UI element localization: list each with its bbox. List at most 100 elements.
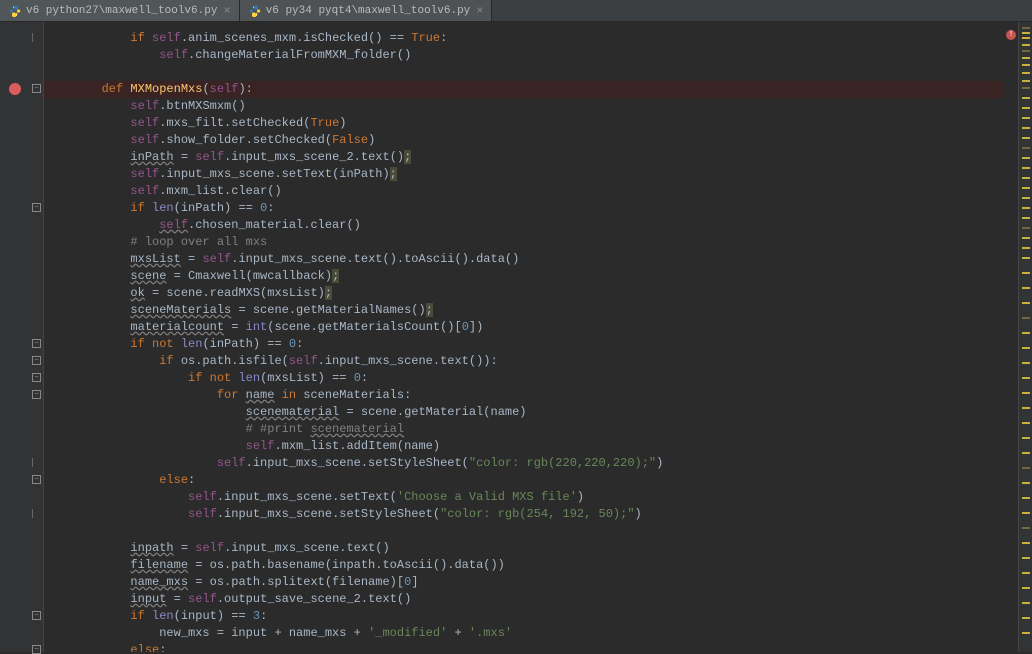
code-line[interactable]: inPath = self.input_mxs_scene_2.text(); [44,149,1004,166]
stripe-mark[interactable] [1022,197,1030,199]
close-icon[interactable]: × [476,4,483,18]
stripe-mark[interactable] [1022,167,1030,169]
stripe-mark[interactable] [1022,332,1030,334]
breakpoint-icon[interactable] [9,83,21,95]
stripe-mark[interactable] [1022,572,1030,574]
code-line[interactable]: input = self.output_save_scene_2.text() [44,591,1004,608]
code-area[interactable]: ! if self.anim_scenes_mxm.isChecked() ==… [44,22,1018,652]
stripe-mark[interactable] [1022,527,1030,529]
fold-collapse-icon[interactable]: − [32,645,41,654]
gutter[interactable] [0,22,30,652]
fold-region-icon[interactable] [32,509,33,518]
code-line[interactable]: self.btnMXSmxm() [44,98,1004,115]
fold-collapse-icon[interactable]: − [32,84,41,93]
stripe-mark[interactable] [1022,117,1030,119]
fold-gutter[interactable]: − − − − − − − − − [30,22,44,652]
stripe-mark[interactable] [1022,247,1030,249]
stripe-mark[interactable] [1022,147,1030,149]
fold-collapse-icon[interactable]: − [32,339,41,348]
code-line[interactable]: scenematerial = scene.getMaterial(name) [44,404,1004,421]
fold-collapse-icon[interactable]: − [32,390,41,399]
code-line[interactable] [44,523,1004,540]
stripe-mark[interactable] [1022,617,1030,619]
stripe-mark[interactable] [1022,64,1030,66]
code-line[interactable]: materialcount = int(scene.getMaterialsCo… [44,319,1004,336]
stripe-mark[interactable] [1022,177,1030,179]
stripe-mark[interactable] [1022,44,1030,46]
fold-collapse-icon[interactable]: − [32,475,41,484]
stripe-mark[interactable] [1022,87,1030,89]
stripe-mark[interactable] [1022,557,1030,559]
code-line[interactable]: new_mxs = input + name_mxs + '_modified'… [44,625,1004,642]
stripe-mark[interactable] [1022,207,1030,209]
stripe-mark[interactable] [1022,97,1030,99]
error-indicator-icon[interactable]: ! [1006,30,1016,40]
code-line[interactable]: inpath = self.input_mxs_scene.text() [44,540,1004,557]
code-line[interactable]: self.input_mxs_scene.setStyleSheet("colo… [44,455,1004,472]
stripe-mark[interactable] [1022,127,1030,129]
stripe-mark[interactable] [1022,227,1030,229]
code-line[interactable]: sceneMaterials = scene.getMaterialNames(… [44,302,1004,319]
code-line[interactable]: for name in sceneMaterials: [44,387,1004,404]
stripe-mark[interactable] [1022,237,1030,239]
stripe-mark[interactable] [1022,362,1030,364]
stripe-mark[interactable] [1022,587,1030,589]
code-line[interactable]: if os.path.isfile(self.input_mxs_scene.t… [44,353,1004,370]
tab-file-2[interactable]: v6 py34 pyqt4\maxwell_toolv6.py × [240,0,493,21]
stripe-mark[interactable] [1022,187,1030,189]
stripe-mark[interactable] [1022,157,1030,159]
stripe-mark[interactable] [1022,512,1030,514]
code-line[interactable]: ok = scene.readMXS(mxsList); [44,285,1004,302]
code-line[interactable]: else: [44,642,1004,652]
code-line[interactable]: if len(inPath) == 0: [44,200,1004,217]
code-line[interactable]: self.input_mxs_scene.setText('Choose a V… [44,489,1004,506]
stripe-mark[interactable] [1022,467,1030,469]
stripe-mark[interactable] [1022,542,1030,544]
code-line[interactable]: self.mxs_filt.setChecked(True) [44,115,1004,132]
stripe-mark[interactable] [1022,37,1030,39]
stripe-mark[interactable] [1022,452,1030,454]
code-line[interactable]: # loop over all mxs [44,234,1004,251]
code-line[interactable]: if not len(inPath) == 0: [44,336,1004,353]
code-line[interactable]: if self.anim_scenes_mxm.isChecked() == T… [44,30,1004,47]
stripe-mark[interactable] [1022,27,1030,29]
stripe-mark[interactable] [1022,57,1030,59]
fold-region-icon[interactable] [32,33,33,42]
stripe-mark[interactable] [1022,602,1030,604]
stripe-mark[interactable] [1022,497,1030,499]
fold-collapse-icon[interactable]: − [32,356,41,365]
stripe-mark[interactable] [1022,50,1030,52]
code-line[interactable]: filename = os.path.basename(inpath.toAsc… [44,557,1004,574]
stripe-mark[interactable] [1022,257,1030,259]
stripe-mark[interactable] [1022,287,1030,289]
fold-collapse-icon[interactable]: − [32,203,41,212]
close-icon[interactable]: × [223,4,230,18]
code-line[interactable]: else: [44,472,1004,489]
stripe-mark[interactable] [1022,377,1030,379]
code-line[interactable]: def MXMopenMxs(self): [44,81,1004,98]
stripe-mark[interactable] [1022,482,1030,484]
stripe-mark[interactable] [1022,632,1030,634]
stripe-mark[interactable] [1022,217,1030,219]
code-line[interactable]: self.input_mxs_scene.setStyleSheet("colo… [44,506,1004,523]
code-line[interactable]: mxsList = self.input_mxs_scene.text().to… [44,251,1004,268]
stripe-mark[interactable] [1022,347,1030,349]
fold-region-icon[interactable] [32,458,33,467]
tab-file-1[interactable]: v6 python27\maxwell_toolv6.py × [0,0,240,21]
stripe-mark[interactable] [1022,392,1030,394]
code-line[interactable]: if not len(mxsList) == 0: [44,370,1004,387]
stripe-mark[interactable] [1022,317,1030,319]
code-line[interactable]: self.chosen_material.clear() [44,217,1004,234]
code-line[interactable]: self.input_mxs_scene.setText(inPath); [44,166,1004,183]
error-stripe[interactable] [1018,22,1032,652]
code-line[interactable]: name_mxs = os.path.splitext(filename)[0] [44,574,1004,591]
code-line[interactable]: self.mxm_list.addItem(name) [44,438,1004,455]
fold-collapse-icon[interactable]: − [32,611,41,620]
fold-collapse-icon[interactable]: − [32,373,41,382]
code-line[interactable]: # #print scenematerial [44,421,1004,438]
stripe-mark[interactable] [1022,80,1030,82]
code-line[interactable]: self.show_folder.setChecked(False) [44,132,1004,149]
stripe-mark[interactable] [1022,272,1030,274]
code-line[interactable]: scene = Cmaxwell(mwcallback); [44,268,1004,285]
stripe-mark[interactable] [1022,302,1030,304]
